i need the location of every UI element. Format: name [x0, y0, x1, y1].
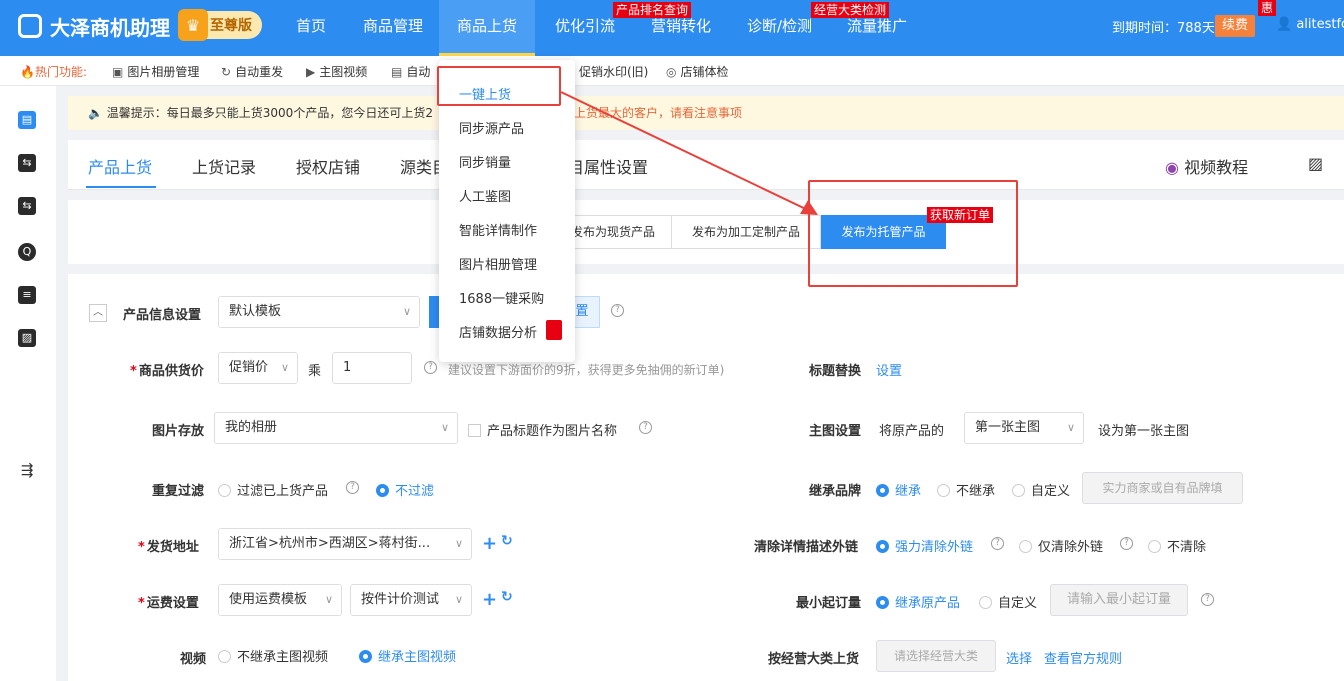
annotation-arrow: [560, 91, 818, 215]
